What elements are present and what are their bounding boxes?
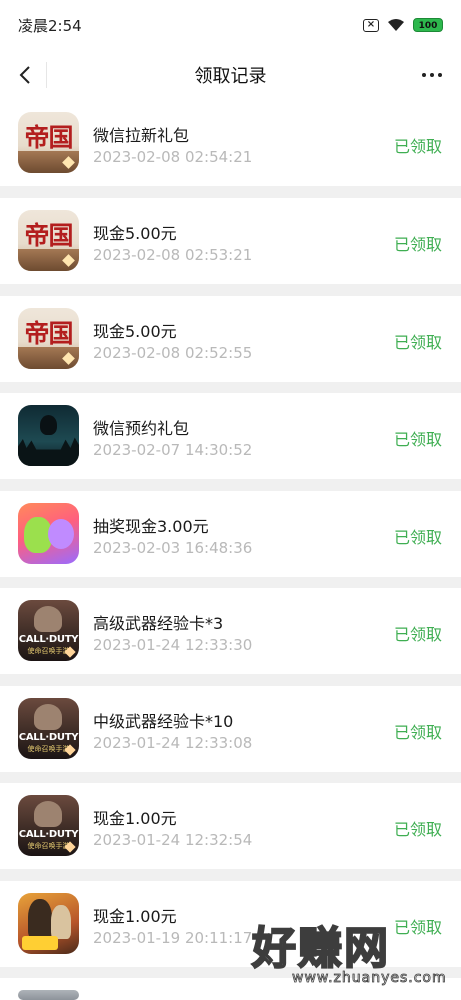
record-title: 微信预约礼包 [93,419,190,438]
record-time: 2023-02-08 02:52:55 [93,344,253,362]
empire-game-icon: 帝国 [18,210,79,271]
cod-logo-text: CALL·DUTY [18,732,79,743]
record-row[interactable]: 帝国 现金5.00元 2023-02-08 02:53:21 已领取 [0,198,461,284]
record-row[interactable]: 帝国 现金5.00元 2023-02-08 02:52:55 已领取 [0,296,461,382]
chevron-left-icon [19,66,30,84]
back-button[interactable] [8,58,42,92]
record-time: 2023-02-03 16:48:36 [93,539,253,557]
pubg-game-icon [18,893,79,954]
battery-icon: 100 [413,18,443,32]
more-options-button[interactable] [413,58,451,92]
forest-game-icon [18,405,79,466]
empire-game-icon: 帝国 [18,112,79,173]
record-title: 现金1.00元 [93,907,177,926]
no-sim-icon: × [363,18,379,32]
record-status: 已领取 [393,235,442,254]
record-title: 现金5.00元 [93,224,177,243]
record-status: 已领取 [393,333,442,352]
record-time: 2023-01-24 12:33:30 [93,636,253,654]
record-title: 中级武器经验卡*10 [93,712,234,731]
empire-logo-text: 帝国 [24,123,73,152]
empire-logo-text: 帝国 [24,221,73,250]
more-dot-icon [430,73,434,77]
record-time: 2023-01-24 12:32:54 [93,831,253,849]
record-row[interactable]: CALL·DUTY 使命召唤手游 现金1.00元 2023-01-24 12:3… [0,783,461,869]
nav-divider [46,62,47,88]
call-of-duty-icon: CALL·DUTY 使命召唤手游 [18,600,79,661]
cod-logo-text: CALL·DUTY [18,634,79,645]
watermark: 好赚网 www.zhuanyes.com [251,912,452,998]
nav-bar: 领取记录 [0,50,461,100]
record-title: 现金1.00元 [93,809,177,828]
wifi-icon [388,19,404,31]
cute-game-icon [18,503,79,564]
record-title: 现金5.00元 [93,322,177,341]
record-row[interactable]: CALL·DUTY 使命召唤手游 中级武器经验卡*10 2023-01-24 1… [0,686,461,772]
record-title: 抽奖现金3.00元 [93,517,209,536]
record-title: 微信拉新礼包 [93,126,190,145]
watermark-logo: 好赚网 [251,922,390,975]
more-dot-icon [422,73,426,77]
record-row[interactable]: 帝国 微信拉新礼包 2023-02-08 02:54:21 已领取 [0,100,461,186]
record-time: 2023-02-08 02:54:21 [93,148,253,166]
status-time: 凌晨2:54 [18,16,82,35]
record-status: 已领取 [393,137,442,156]
record-status: 已领取 [393,625,442,644]
record-status: 已领取 [393,723,442,742]
cod-logo-text: CALL·DUTY [18,829,79,840]
empire-game-icon: 帝国 [18,308,79,369]
page-title: 领取记录 [194,66,267,87]
call-of-duty-icon: CALL·DUTY 使命召唤手游 [18,698,79,759]
empire-logo-text: 帝国 [24,319,73,348]
watermark-domain: www.zhuanyes.com [292,970,447,987]
record-status: 已领取 [393,820,442,839]
record-status: 已领取 [393,430,442,449]
record-row[interactable]: CALL·DUTY 使命召唤手游 高级武器经验卡*3 2023-01-24 12… [0,588,461,674]
record-time: 2023-01-19 20:11:17 [93,929,253,947]
more-dot-icon [438,73,442,77]
call-of-duty-icon: CALL·DUTY 使命召唤手游 [18,795,79,856]
record-time: 2023-02-08 02:53:21 [93,246,253,264]
record-row[interactable]: 微信预约礼包 2023-02-07 14:30:52 已领取 [0,393,461,479]
status-bar: 凌晨2:54 × 100 [0,0,461,50]
status-icons: × 100 [363,18,443,32]
record-time: 2023-01-24 12:33:08 [93,734,253,752]
record-status: 已领取 [393,528,442,547]
record-title: 高级武器经验卡*3 [93,614,224,633]
record-time: 2023-02-07 14:30:52 [93,441,253,459]
game-icon [18,990,79,1000]
record-row[interactable]: 抽奖现金3.00元 2023-02-03 16:48:36 已领取 [0,491,461,577]
